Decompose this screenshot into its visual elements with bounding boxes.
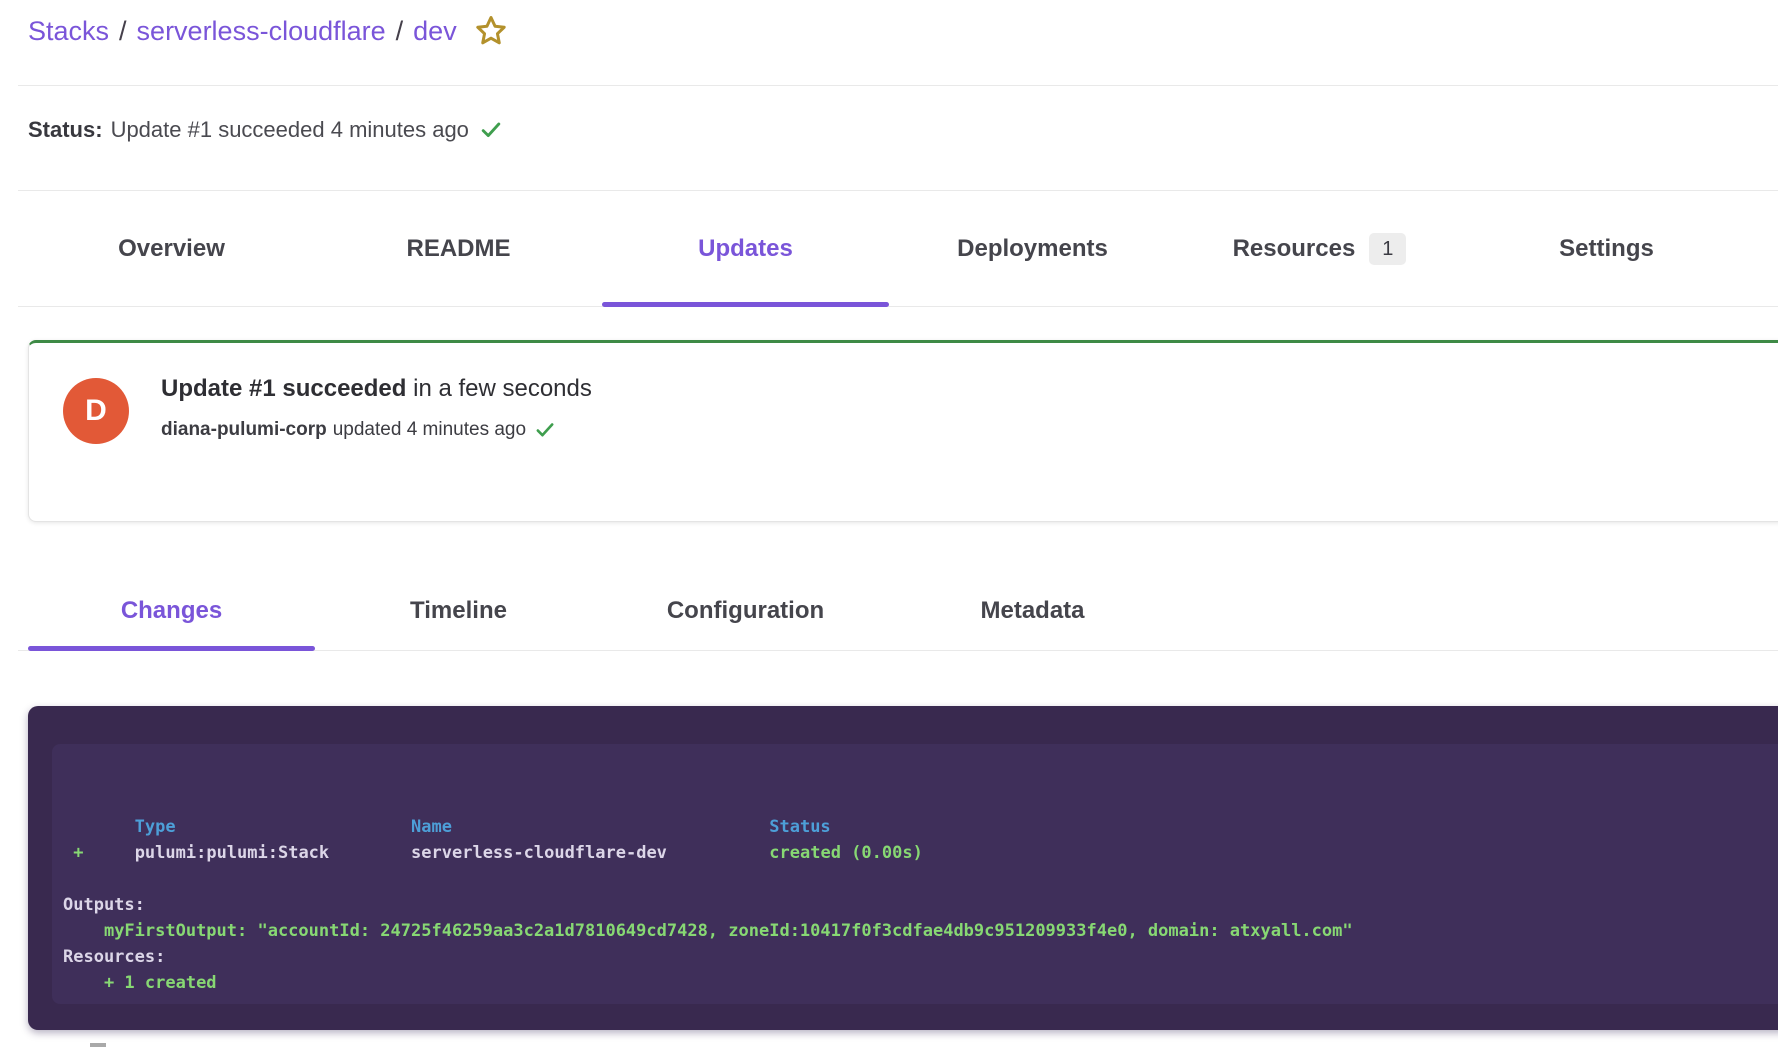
- update-detail-tabs: Changes Timeline Configuration Metadata: [28, 570, 1176, 651]
- console-text-segment: Status: [769, 817, 830, 837]
- update-title-strong: Update #1 succeeded: [161, 375, 406, 402]
- tab-label: Updates: [698, 235, 793, 263]
- status-label: Status:: [28, 117, 103, 143]
- tab-overview[interactable]: Overview: [28, 191, 315, 307]
- divider: [18, 85, 1778, 86]
- tab-settings[interactable]: Settings: [1463, 191, 1750, 307]
- update-console: Type Name Status + pulumi:pulumi:Stack s…: [28, 706, 1778, 1030]
- update-meta-text: updated 4 minutes ago: [333, 419, 526, 441]
- breadcrumb-separator: /: [119, 16, 127, 47]
- success-check-icon: [534, 419, 556, 441]
- console-output-panel: Type Name Status + pulumi:pulumi:Stack s…: [52, 744, 1778, 1004]
- console-text-segment: [63, 843, 73, 863]
- favorite-star-button[interactable]: [473, 13, 509, 49]
- breadcrumb-separator: /: [396, 16, 404, 47]
- update-card-title: Update #1 succeeded in a few seconds: [161, 375, 592, 403]
- tab-label: Metadata: [980, 597, 1084, 625]
- subtab-configuration[interactable]: Configuration: [602, 570, 889, 651]
- stack-tabs: Overview README Updates Deployments Resource…: [28, 191, 1750, 307]
- console-text-segment: [667, 843, 769, 863]
- tab-label: Overview: [118, 235, 225, 263]
- console-text-segment: [329, 843, 411, 863]
- console-text-segment: created (0.00s): [769, 843, 923, 863]
- console-text-segment: Resources:: [63, 947, 165, 967]
- console-line: + pulumi:pulumi:Stack serverless-cloudfl…: [63, 840, 1778, 866]
- status-bar: Status: Update #1 succeeded 4 minutes ag…: [28, 113, 503, 147]
- console-text-segment: + 1 created: [104, 973, 217, 993]
- update-card-meta: diana-pulumi-corp updated 4 minutes ago: [161, 419, 556, 441]
- tab-label: Timeline: [410, 597, 507, 625]
- success-check-icon: [479, 118, 503, 142]
- tab-resources[interactable]: Resources 1: [1176, 191, 1463, 307]
- tab-label: Deployments: [957, 235, 1108, 263]
- console-line: + 1 created: [63, 970, 1778, 996]
- tab-label: Changes: [121, 597, 222, 625]
- console-text-segment: serverless-cloudflare-dev: [411, 843, 667, 863]
- console-line: Outputs:: [63, 892, 1778, 918]
- tab-label: Configuration: [667, 597, 824, 625]
- console-text-segment: [452, 817, 769, 837]
- console-text-segment: Type: [135, 817, 176, 837]
- update-card[interactable]: D Update #1 succeeded in a few seconds d…: [28, 340, 1778, 522]
- subtab-changes[interactable]: Changes: [28, 570, 315, 651]
- tab-readme[interactable]: README: [315, 191, 602, 307]
- status-message: Update #1 succeeded 4 minutes ago: [111, 117, 469, 143]
- tab-label: Resources: [1233, 235, 1356, 263]
- star-icon: [473, 13, 509, 49]
- console-output: Type Name Status + pulumi:pulumi:Stack s…: [52, 744, 1778, 996]
- console-line: myFirstOutput: "accountId: 24725f46259aa…: [63, 918, 1778, 944]
- console-text-segment: [63, 817, 135, 837]
- console-text-segment: Outputs:: [63, 895, 145, 915]
- scrollbar-fragment: [90, 1043, 106, 1047]
- subtab-timeline[interactable]: Timeline: [315, 570, 602, 651]
- resource-count-badge: 1: [1369, 233, 1406, 265]
- console-text-segment: [63, 973, 104, 993]
- console-text-segment: [63, 921, 104, 941]
- update-title-rest: in a few seconds: [406, 375, 591, 402]
- avatar: D: [63, 378, 129, 444]
- console-line: Resources:: [63, 944, 1778, 970]
- console-line: [63, 866, 1778, 892]
- breadcrumb-items: Stacks / serverless-cloudflare / dev: [28, 16, 457, 47]
- breadcrumb-link-serverless-cloudflare[interactable]: serverless-cloudflare: [137, 16, 386, 47]
- console-line: Type Name Status: [63, 814, 1778, 840]
- breadcrumb-link-stacks[interactable]: Stacks: [28, 16, 109, 47]
- console-text-segment: pulumi:pulumi:Stack: [135, 843, 329, 863]
- update-author: diana-pulumi-corp: [161, 419, 327, 441]
- tab-label: README: [406, 235, 510, 263]
- subtab-metadata[interactable]: Metadata: [889, 570, 1176, 651]
- console-text-segment: [84, 843, 135, 863]
- console-text-segment: Name: [411, 817, 452, 837]
- console-text-segment: myFirstOutput: "accountId: 24725f46259aa…: [104, 921, 1353, 941]
- tab-updates[interactable]: Updates: [602, 191, 889, 307]
- console-text-segment: +: [73, 843, 83, 863]
- breadcrumb: Stacks / serverless-cloudflare / dev: [0, 0, 1778, 50]
- tab-deployments[interactable]: Deployments: [889, 191, 1176, 307]
- pulumi-stack-update-page: Stacks / serverless-cloudflare / dev Status:…: [0, 0, 1778, 1048]
- breadcrumb-link-dev[interactable]: dev: [413, 16, 457, 47]
- console-text-segment: [176, 817, 411, 837]
- tab-label: Settings: [1559, 235, 1654, 263]
